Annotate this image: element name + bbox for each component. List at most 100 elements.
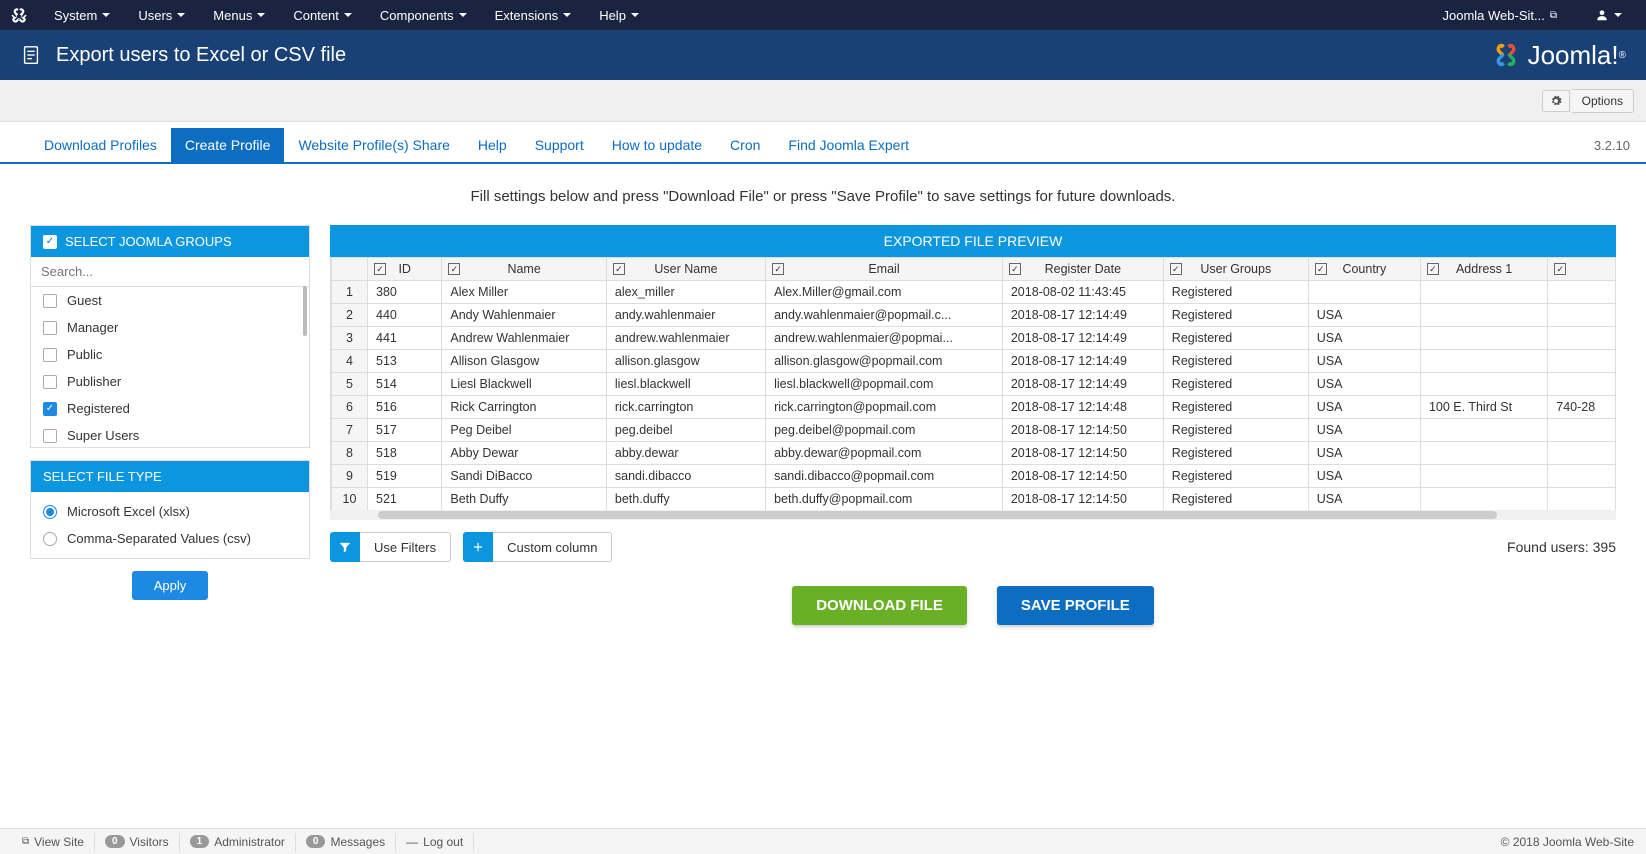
options-button[interactable]: Options (1542, 89, 1634, 113)
column-header[interactable]: ✓Email (766, 258, 1003, 281)
group-item[interactable]: Publisher (31, 368, 309, 395)
menu-menus[interactable]: Menus (199, 2, 279, 29)
tab-create-profile[interactable]: Create Profile (171, 128, 285, 162)
gear-icon[interactable] (1542, 90, 1570, 112)
column-header[interactable]: ✓Name (442, 258, 607, 281)
group-item[interactable]: Super Users (31, 422, 309, 447)
group-item[interactable]: Public (31, 341, 309, 368)
filetype-item[interactable]: Microsoft Excel (xlsx) (31, 498, 309, 525)
table-row: 10 521 Beth Duffy beth.duffy beth.duffy@… (332, 488, 1616, 511)
group-item[interactable]: Guest (31, 287, 309, 314)
select-all-checkbox[interactable]: ✓ (43, 235, 57, 249)
column-header[interactable]: ✓ID (368, 258, 442, 281)
column-header[interactable]: ✓ (1548, 258, 1616, 281)
column-checkbox[interactable]: ✓ (1170, 263, 1182, 275)
site-link[interactable]: Joomla Web-Sit... ⧉ (1429, 2, 1572, 29)
cell-name: Rick Carrington (442, 396, 607, 419)
tab-how-to-update[interactable]: How to update (598, 128, 716, 162)
row-number: 6 (332, 396, 368, 419)
apply-button[interactable]: Apply (132, 571, 209, 600)
column-checkbox[interactable]: ✓ (1554, 263, 1566, 275)
table-row: 3 441 Andrew Wahlenmaier andrew.wahlenma… (332, 327, 1616, 350)
download-file-button[interactable]: DOWNLOAD FILE (792, 586, 967, 625)
checkbox[interactable]: ✓ (43, 402, 57, 416)
cell-extra (1548, 488, 1616, 511)
column-label: Address 1 (1429, 262, 1539, 276)
logout-link[interactable]: — Log out (396, 833, 474, 851)
cell-address: 100 E. Third St (1420, 396, 1547, 419)
scrollbar-thumb[interactable] (303, 286, 307, 336)
column-checkbox[interactable]: ✓ (448, 263, 460, 275)
column-checkbox[interactable]: ✓ (613, 263, 625, 275)
external-link-icon: ⧉ (22, 836, 29, 847)
group-item[interactable]: Manager (31, 314, 309, 341)
menu-users[interactable]: Users (124, 2, 199, 29)
tab-download-profiles[interactable]: Download Profiles (30, 128, 171, 162)
tab-support[interactable]: Support (521, 128, 598, 162)
cell-username: rick.carrington (606, 396, 765, 419)
cell-username: beth.duffy (606, 488, 765, 511)
horizontal-scrollbar[interactable] (330, 510, 1616, 520)
groups-list[interactable]: GuestManagerPublic Publisher ✓ Registered Su… (31, 287, 309, 447)
visitors-count[interactable]: 0 Visitors (95, 833, 180, 851)
checkbox[interactable] (43, 375, 57, 389)
cell-country: USA (1308, 396, 1420, 419)
custom-column-button[interactable]: Custom column (463, 532, 612, 562)
file-export-icon (20, 44, 42, 66)
cell-extra: 740-28 (1548, 396, 1616, 419)
caret-down-icon (344, 13, 352, 17)
menu-extensions[interactable]: Extensions (481, 2, 586, 29)
messages-count[interactable]: 0 Messages (296, 833, 396, 851)
checkbox[interactable] (43, 321, 57, 335)
column-header[interactable]: ✓Register Date (1002, 258, 1163, 281)
group-label: Publisher (67, 374, 121, 389)
group-label: Registered (67, 401, 130, 416)
column-header[interactable]: ✓User Groups (1163, 258, 1308, 281)
page-title: Export users to Excel or CSV file (56, 44, 346, 67)
view-site-link[interactable]: ⧉ View Site (12, 833, 95, 851)
cell-address (1420, 350, 1547, 373)
cell-extra (1548, 442, 1616, 465)
cell-email: beth.duffy@popmail.com (766, 488, 1003, 511)
checkbox[interactable] (43, 294, 57, 308)
radio[interactable] (43, 505, 57, 519)
table-row: 7 517 Peg Deibel peg.deibel peg.deibel@p… (332, 419, 1616, 442)
column-checkbox[interactable]: ✓ (772, 263, 784, 275)
joomla-icon[interactable] (10, 6, 28, 24)
column-checkbox[interactable]: ✓ (1427, 263, 1439, 275)
admin-count[interactable]: 1 Administrator (180, 833, 296, 851)
user-menu[interactable] (1581, 2, 1636, 28)
menu-components[interactable]: Components (366, 2, 481, 29)
cell-email: abby.dewar@popmail.com (766, 442, 1003, 465)
cell-country: USA (1308, 304, 1420, 327)
tab-help[interactable]: Help (464, 128, 521, 162)
column-header[interactable]: ✓User Name (606, 258, 765, 281)
column-checkbox[interactable]: ✓ (1315, 263, 1327, 275)
tab-cron[interactable]: Cron (716, 128, 774, 162)
checkbox[interactable] (43, 429, 57, 443)
column-checkbox[interactable]: ✓ (1009, 263, 1021, 275)
tab-find-expert[interactable]: Find Joomla Expert (774, 128, 923, 162)
filetype-item[interactable]: Comma-Separated Values (csv) (31, 525, 309, 552)
menu-system[interactable]: System (40, 2, 124, 29)
cell-country: USA (1308, 465, 1420, 488)
column-checkbox[interactable]: ✓ (374, 263, 386, 275)
cell-extra (1548, 350, 1616, 373)
menu-help[interactable]: Help (585, 2, 653, 29)
column-header[interactable]: ✓Country (1308, 258, 1420, 281)
use-filters-button[interactable]: Use Filters (330, 532, 451, 562)
groups-search-input[interactable] (31, 257, 309, 286)
group-item[interactable]: ✓ Registered (31, 395, 309, 422)
checkbox[interactable] (43, 348, 57, 362)
cell-extra (1548, 327, 1616, 350)
filetype-panel: SELECT FILE TYPE Microsoft Excel (xlsx)C… (30, 460, 310, 559)
column-header[interactable]: ✓Address 1 (1420, 258, 1547, 281)
cell-user-groups: Registered (1163, 373, 1308, 396)
save-profile-button[interactable]: SAVE PROFILE (997, 586, 1154, 625)
radio[interactable] (43, 532, 57, 546)
copyright: © 2018 Joomla Web-Site (1501, 835, 1634, 849)
options-label[interactable]: Options (1572, 89, 1634, 113)
menu-content[interactable]: Content (279, 2, 366, 29)
tab-website-profile-share[interactable]: Website Profile(s) Share (284, 128, 463, 162)
sidebar: ✓ SELECT JOOMLA GROUPS GuestManagerPubli… (30, 225, 310, 600)
